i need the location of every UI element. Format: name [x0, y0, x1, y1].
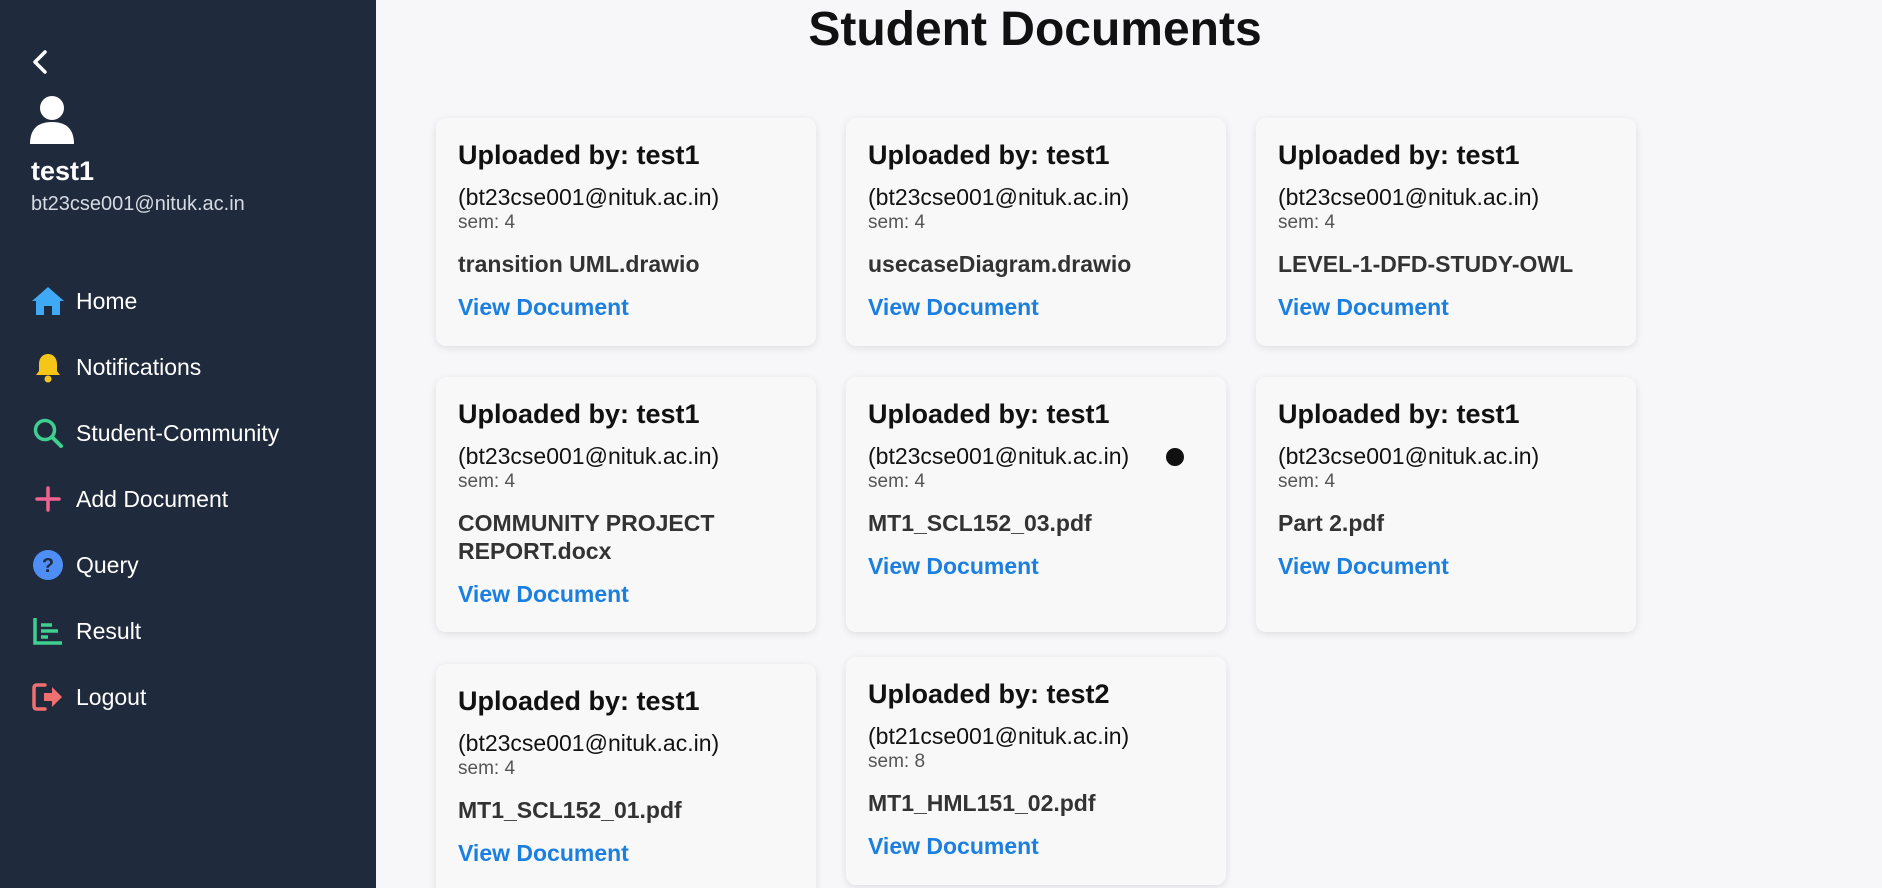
document-card: Uploaded by: test1 (bt23cse001@nituk.ac.… [436, 664, 816, 888]
semester-label: sem: 4 [1278, 212, 1336, 233]
uploader-email: (bt23cse001@nituk.ac.in) [458, 443, 720, 469]
file-name: MT1_SCL152_01.pdf [458, 797, 682, 823]
uploader-name: Uploaded by: test2 [868, 679, 1110, 709]
svg-text:?: ? [42, 555, 54, 577]
sidebar-item-notifications[interactable]: Notifications [0, 334, 376, 400]
question-icon: ? [30, 547, 66, 583]
uploader-name: Uploaded by: test1 [868, 399, 1110, 429]
view-document-link[interactable]: View Document [868, 294, 1039, 321]
document-card: Uploaded by: test2 (bt21cse001@nituk.ac.… [846, 657, 1226, 885]
document-card: Uploaded by: test1 (bt23cse001@nituk.ac.… [846, 377, 1226, 632]
sidebar-item-result[interactable]: Result [0, 598, 376, 664]
uploader-name: Uploaded by: test1 [1278, 399, 1520, 429]
uploader-name: Uploaded by: test1 [1278, 140, 1520, 170]
home-icon [30, 283, 66, 319]
file-name: Part 2.pdf [1278, 510, 1385, 536]
file-name: MT1_HML151_02.pdf [868, 790, 1096, 816]
sidebar-item-label: Home [76, 287, 138, 314]
semester-label: sem: 4 [458, 212, 516, 233]
file-name: LEVEL-1-DFD-STUDY-OWL [1278, 251, 1574, 277]
uploader-name: Uploaded by: test1 [868, 140, 1110, 170]
user-name: test1 [31, 156, 95, 186]
view-document-link[interactable]: View Document [868, 553, 1039, 580]
semester-label: sem: 4 [1278, 471, 1336, 492]
semester-label: sem: 4 [458, 471, 516, 492]
view-document-link[interactable]: View Document [458, 581, 629, 608]
uploader-name: Uploaded by: test1 [458, 399, 700, 429]
document-card: Uploaded by: test1 (bt23cse001@nituk.ac.… [1256, 377, 1636, 632]
main-content: Student Documents Uploaded by: test1 (bt… [376, 0, 1882, 888]
sidebar-item-label: Notifications [76, 353, 202, 380]
file-name: MT1_SCL152_03.pdf [868, 510, 1092, 536]
uploader-email: (bt23cse001@nituk.ac.in) [1278, 184, 1540, 210]
sidebar-item-student-community[interactable]: Student-Community [0, 400, 376, 466]
view-document-link[interactable]: View Document [868, 833, 1039, 860]
sidebar-item-label: Logout [76, 683, 147, 710]
sidebar-item-query[interactable]: ? Query [0, 532, 376, 598]
document-card: Uploaded by: test1 (bt23cse001@nituk.ac.… [436, 118, 816, 346]
sidebar-item-label: Query [76, 551, 139, 578]
uploader-email: (bt21cse001@nituk.ac.in) [868, 723, 1130, 749]
sidebar-item-add-document[interactable]: Add Document [0, 466, 376, 532]
uploader-email: (bt23cse001@nituk.ac.in) [868, 443, 1130, 469]
sidebar-item-label: Result [76, 617, 142, 644]
user-avatar-icon [30, 96, 74, 144]
uploader-email: (bt23cse001@nituk.ac.in) [458, 730, 720, 756]
bell-icon [30, 349, 66, 385]
sidebar-nav: Home Notifications Student-Community Add… [0, 268, 376, 730]
sidebar-item-label: Add Document [76, 485, 229, 512]
view-document-link[interactable]: View Document [458, 840, 629, 867]
semester-label: sem: 4 [458, 758, 516, 779]
semester-label: sem: 4 [868, 471, 926, 492]
file-name: transition UML.drawio [458, 251, 700, 277]
sidebar-item-home[interactable]: Home [0, 268, 376, 334]
file-name: usecaseDiagram.drawio [868, 251, 1132, 277]
user-email: bt23cse001@nituk.ac.in [31, 193, 245, 215]
document-card: Uploaded by: test1 (bt23cse001@nituk.ac.… [1256, 118, 1636, 346]
uploader-name: Uploaded by: test1 [458, 686, 700, 716]
plus-icon [30, 481, 66, 517]
file-name: COMMUNITY PROJECT REPORT.docx [458, 510, 715, 564]
view-document-link[interactable]: View Document [1278, 294, 1449, 321]
logout-icon [30, 679, 66, 715]
semester-label: sem: 8 [868, 751, 926, 772]
sidebar-item-label: Student-Community [76, 419, 280, 446]
uploader-name: Uploaded by: test1 [458, 140, 700, 170]
sidebar: test1 bt23cse001@nituk.ac.in Home Notifi… [0, 0, 376, 888]
semester-label: sem: 4 [868, 212, 926, 233]
back-chevron-icon[interactable] [28, 48, 52, 76]
search-icon [30, 415, 66, 451]
uploader-email: (bt23cse001@nituk.ac.in) [1278, 443, 1540, 469]
view-document-link[interactable]: View Document [1278, 553, 1449, 580]
document-card: Uploaded by: test1 (bt23cse001@nituk.ac.… [846, 118, 1226, 346]
uploader-email: (bt23cse001@nituk.ac.in) [868, 184, 1130, 210]
cursor-dot [1166, 448, 1184, 466]
view-document-link[interactable]: View Document [458, 294, 629, 321]
page-title: Student Documents [808, 3, 1262, 56]
chart-icon [30, 613, 66, 649]
uploader-email: (bt23cse001@nituk.ac.in) [458, 184, 720, 210]
sidebar-item-logout[interactable]: Logout [0, 664, 376, 730]
document-card: Uploaded by: test1 (bt23cse001@nituk.ac.… [436, 377, 816, 632]
